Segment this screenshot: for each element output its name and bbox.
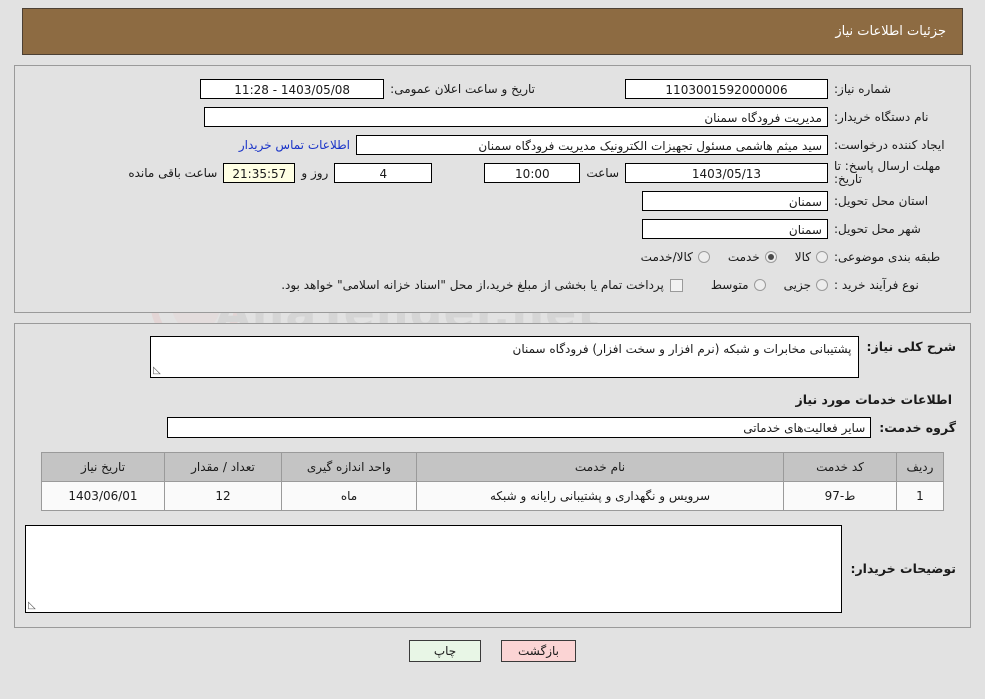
deadline-hour-value: 10:00 xyxy=(484,163,581,183)
radio-goods-icon[interactable] xyxy=(816,251,828,263)
need-number-value: 1103001592000006 xyxy=(625,79,828,99)
treasury-checkbox-option[interactable]: پرداخت تمام یا بخشی از مبلغ خرید،از محل … xyxy=(281,278,683,292)
print-button[interactable]: چاپ xyxy=(409,640,481,662)
treasury-checkbox-icon[interactable] xyxy=(669,278,683,292)
radio-option-minor[interactable]: جزیی xyxy=(784,278,828,292)
cell-unit: ماه xyxy=(281,481,417,511)
process-label: نوع فرآیند خرید : xyxy=(834,278,919,292)
category-label: طبقه بندی موضوعی: xyxy=(834,250,941,264)
page-header: جزئیات اطلاعات نیاز xyxy=(22,8,963,55)
need-details-panel: شرح کلی نیاز: پشتیبانی مخابرات و شبکه (ن… xyxy=(14,323,971,628)
cell-code: ط-97 xyxy=(783,481,897,511)
table-header-row: ردیف کد خدمت نام خدمت واحد اندازه گیری ت… xyxy=(41,452,944,482)
services-section-title: اطلاعات خدمات مورد نیاز xyxy=(795,392,953,407)
buyer-contact-link[interactable]: اطلاعات تماس خریدار xyxy=(233,138,356,152)
announce-datetime-value: 1403/05/08 - 11:28 xyxy=(200,79,385,99)
row-general-description: شرح کلی نیاز: پشتیبانی مخابرات و شبکه (ن… xyxy=(25,336,960,378)
col-quantity: تعداد / مقدار xyxy=(164,452,282,482)
deadline-label: مهلت ارسال پاسخ: تا تاریخ: xyxy=(834,159,941,186)
announce-datetime-label: تاریخ و ساعت اعلان عمومی: xyxy=(390,82,535,96)
radio-option-goods[interactable]: کالا xyxy=(795,250,828,264)
radio-minor-icon[interactable] xyxy=(816,279,828,291)
radio-option-goods-service[interactable]: کالا/خدمت xyxy=(641,250,710,264)
general-description-textarea[interactable]: پشتیبانی مخابرات و شبکه (نرم افزار و سخت… xyxy=(149,336,859,378)
need-number-label: شماره نیاز: xyxy=(834,82,891,96)
cell-radif: 1 xyxy=(896,481,944,511)
buyer-notes-textarea[interactable]: ◿ xyxy=(25,525,843,613)
remaining-days-value: 4 xyxy=(334,163,433,183)
radio-medium-icon[interactable] xyxy=(753,279,766,291)
row-need-number: شماره نیاز: 1103001592000006 تاریخ و ساع… xyxy=(25,76,960,102)
radio-option-service[interactable]: خدمت xyxy=(728,250,777,264)
city-label: شهر محل تحویل: xyxy=(834,222,921,236)
radio-minor-label: جزیی xyxy=(783,278,811,292)
radio-goods-service-label: کالا/خدمت xyxy=(640,250,693,264)
remaining-time-value: 21:35:57 xyxy=(223,163,296,183)
radio-option-medium[interactable]: متوسط xyxy=(711,278,766,292)
services-table: ردیف کد خدمت نام خدمت واحد اندازه گیری ت… xyxy=(41,452,944,511)
radio-goods-label: کالا xyxy=(794,250,811,264)
footer-actions: بازگشت چاپ xyxy=(0,640,985,662)
buyer-notes-label: توضیحات خریدار: xyxy=(850,561,956,576)
deadline-date-value: 1403/05/13 xyxy=(625,163,828,183)
row-deadline: مهلت ارسال پاسخ: تا تاریخ: 1403/05/13 سا… xyxy=(25,160,960,186)
resize-grip-icon[interactable]: ◿ xyxy=(153,365,163,376)
creator-label: ایجاد کننده درخواست: xyxy=(834,138,945,152)
need-info-panel: شماره نیاز: 1103001592000006 تاریخ و ساع… xyxy=(14,65,971,313)
general-description-label: شرح کلی نیاز: xyxy=(866,339,956,354)
province-label: استان محل تحویل: xyxy=(834,194,929,208)
remaining-days-label: روز و xyxy=(301,166,329,180)
buyer-org-value: مدیریت فرودگاه سمنان xyxy=(204,107,828,127)
general-description-value: پشتیبانی مخابرات و شبکه (نرم افزار و سخت… xyxy=(512,342,852,356)
col-code: کد خدمت xyxy=(783,452,897,482)
cell-quantity: 12 xyxy=(164,481,282,511)
col-unit: واحد اندازه گیری xyxy=(281,452,417,482)
col-radif: ردیف xyxy=(896,452,944,482)
remaining-time-label: ساعت باقی مانده xyxy=(128,166,218,180)
col-name: نام خدمت xyxy=(416,452,784,482)
radio-medium-label: متوسط xyxy=(710,278,749,292)
service-group-value: سایر فعالیت‌های خدماتی xyxy=(167,417,872,438)
row-province: استان محل تحویل: سمنان xyxy=(25,188,960,214)
service-group-label: گروه خدمت: xyxy=(879,420,956,435)
table-row: 1 ط-97 سرویس و نگهداری و پشتیبانی رایانه… xyxy=(41,481,944,511)
cell-need-date: 1403/06/01 xyxy=(41,481,165,511)
treasury-checkbox-label: پرداخت تمام یا بخشی از مبلغ خرید،از محل … xyxy=(281,278,664,292)
resize-grip-icon[interactable]: ◿ xyxy=(28,600,38,611)
back-button[interactable]: بازگشت xyxy=(501,640,576,662)
radio-goods-service-icon[interactable] xyxy=(697,251,710,263)
province-value: سمنان xyxy=(642,191,828,211)
deadline-hour-label: ساعت xyxy=(586,166,619,180)
row-buyer-notes: توضیحات خریدار: ◿ xyxy=(25,525,960,613)
buyer-org-label: نام دستگاه خریدار: xyxy=(834,110,929,124)
row-category: طبقه بندی موضوعی: کالا خدمت کالا/خدمت xyxy=(25,244,960,270)
city-value: سمنان xyxy=(642,219,828,239)
row-creator: ایجاد کننده درخواست: سید میثم هاشمی مسئو… xyxy=(25,132,960,158)
creator-value: سید میثم هاشمی مسئول تجهیزات الکترونیک م… xyxy=(356,135,828,155)
row-city: شهر محل تحویل: سمنان xyxy=(25,216,960,242)
page-title: جزئیات اطلاعات نیاز xyxy=(835,24,946,39)
cell-name: سرویس و نگهداری و پشتیبانی رایانه و شبکه xyxy=(416,481,784,511)
row-service-group: گروه خدمت: سایر فعالیت‌های خدماتی xyxy=(25,417,960,438)
radio-service-icon[interactable] xyxy=(764,251,777,263)
radio-service-label: خدمت xyxy=(727,250,760,264)
row-buyer-org: نام دستگاه خریدار: مدیریت فرودگاه سمنان xyxy=(25,104,960,130)
row-purchase-process: نوع فرآیند خرید : جزیی متوسط پرداخت تمام… xyxy=(25,272,960,298)
col-need-date: تاریخ نیاز xyxy=(41,452,165,482)
